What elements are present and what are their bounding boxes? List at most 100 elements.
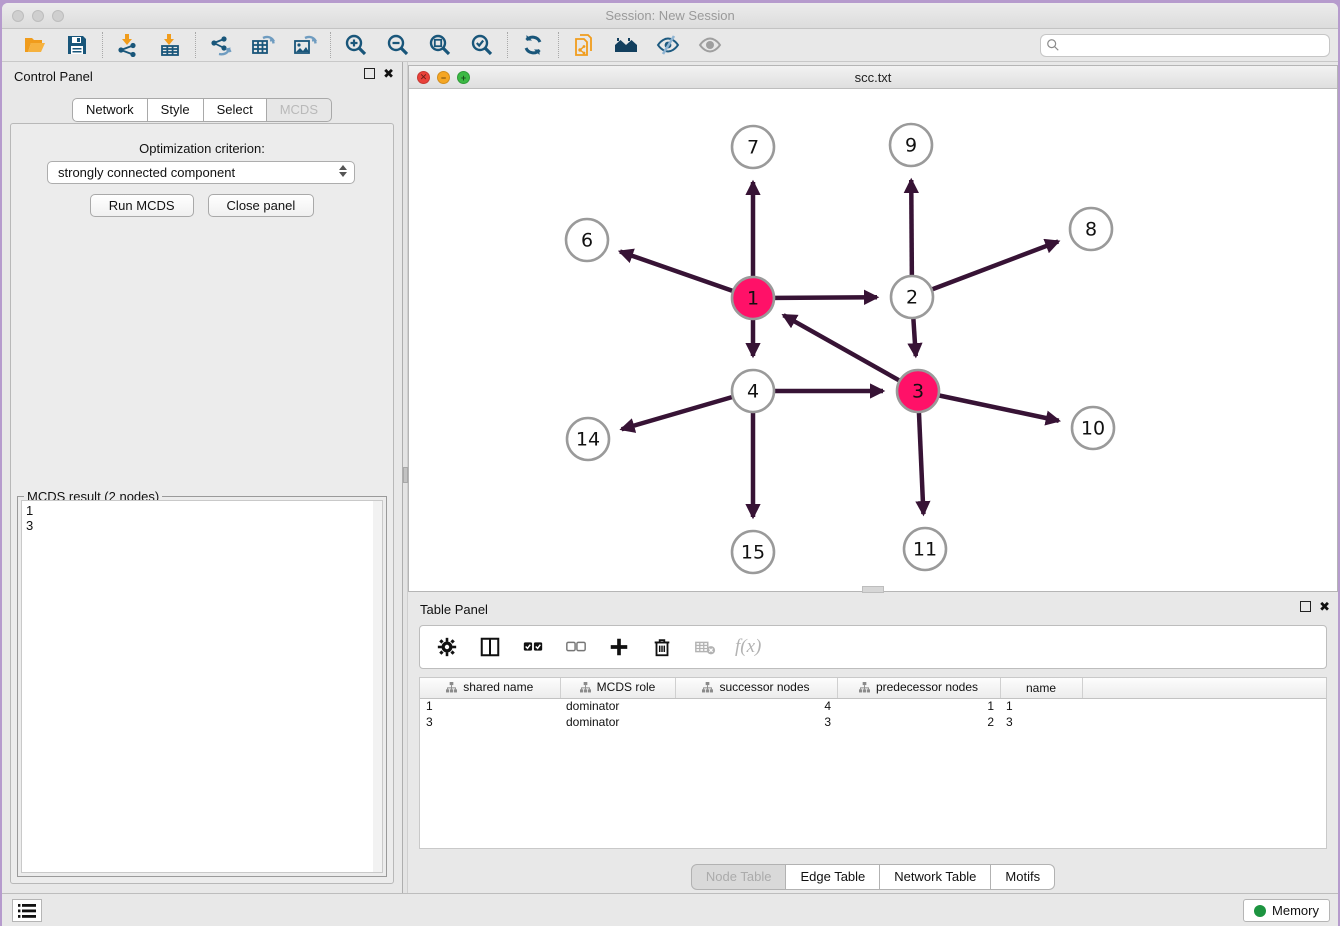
table-panel: Table Panel ✖ <box>408 595 1338 893</box>
tab-node-table[interactable]: Node Table <box>691 864 787 890</box>
list-icon <box>18 903 36 919</box>
table-toolbar: f(x) <box>419 625 1327 669</box>
network-view-frame: ✕ − + scc.txt 7 9 6 8 1 2 4 3 14 10 15 11 <box>408 65 1338 592</box>
search-icon <box>1046 38 1060 52</box>
table-panel-tabs: Node Table Edge Table Network Table Moti… <box>408 864 1338 890</box>
table-header-row: shared name MCDS role successor nodes pr… <box>420 678 1326 698</box>
control-panel: Control Panel ✖ Network Style Select MCD… <box>2 62 402 893</box>
open-session-icon[interactable] <box>22 32 48 58</box>
save-session-icon[interactable] <box>64 32 90 58</box>
add-column-icon[interactable] <box>606 634 632 660</box>
graph-node-label-2: 2 <box>906 287 918 309</box>
col-filler <box>1082 678 1326 698</box>
float-table-panel-icon[interactable] <box>1300 601 1311 612</box>
optimization-criterion-label: Optimization criterion: <box>11 141 393 156</box>
graph-node-label-3: 3 <box>912 381 924 403</box>
graph-node-label-8: 8 <box>1085 219 1097 241</box>
hierarchy-icon <box>859 682 870 696</box>
hierarchy-icon <box>702 682 713 696</box>
col-shared-name[interactable]: shared name <box>420 678 560 698</box>
delete-column-icon[interactable] <box>649 634 675 660</box>
network-frame-titlebar[interactable]: ✕ − + scc.txt <box>409 66 1337 89</box>
function-builder-icon: f(x) <box>735 636 761 658</box>
close-panel-button[interactable]: Close panel <box>208 194 315 217</box>
network-frame-title: scc.txt <box>409 70 1337 85</box>
export-network-icon[interactable] <box>208 32 234 58</box>
close-table-panel-icon[interactable]: ✖ <box>1319 601 1330 612</box>
col-name[interactable]: name <box>1000 678 1082 698</box>
zoom-out-icon[interactable] <box>385 32 411 58</box>
graph-node-label-1: 1 <box>747 288 759 310</box>
delete-table-disabled-icon <box>692 634 718 660</box>
graph-node-label-7: 7 <box>747 137 759 159</box>
mcds-result-text[interactable]: 1 3 <box>21 500 383 873</box>
hide-visibility-icon[interactable] <box>655 32 681 58</box>
graph-node-label-9: 9 <box>905 135 917 157</box>
export-image-icon[interactable] <box>292 32 318 58</box>
run-mcds-button[interactable]: Run MCDS <box>90 194 194 217</box>
main-toolbar <box>2 29 1338 62</box>
graph-node-label-11: 11 <box>913 539 937 561</box>
tab-network[interactable]: Network <box>72 98 148 122</box>
status-bar: Memory <box>2 893 1338 926</box>
table-panel-title: Table Panel <box>420 602 488 617</box>
graph-edge-2-8[interactable] <box>912 241 1058 297</box>
table-row[interactable]: 3 dominator 3 2 3 <box>420 714 1326 730</box>
zoom-in-icon[interactable] <box>343 32 369 58</box>
search-input[interactable] <box>1040 34 1330 57</box>
close-panel-icon[interactable]: ✖ <box>383 68 394 79</box>
graph-node-label-6: 6 <box>581 230 593 252</box>
tab-edge-table[interactable]: Edge Table <box>786 864 880 890</box>
tab-network-table[interactable]: Network Table <box>880 864 991 890</box>
chevron-up-down-icon <box>339 165 347 177</box>
export-table-icon[interactable] <box>250 32 276 58</box>
table-options-gear-icon[interactable] <box>434 634 460 660</box>
hierarchy-icon <box>446 682 457 696</box>
criterion-select[interactable]: strongly connected component <box>47 161 355 184</box>
zoom-selected-icon[interactable] <box>469 32 495 58</box>
memory-label: Memory <box>1272 903 1319 918</box>
window-title: Session: New Session <box>2 8 1338 23</box>
table-row[interactable]: 1 dominator 4 1 1 <box>420 698 1326 714</box>
import-table-icon[interactable] <box>157 32 183 58</box>
network-graph[interactable]: 7 9 6 8 1 2 4 3 14 10 15 11 <box>409 89 1338 591</box>
memory-status-icon <box>1254 905 1266 917</box>
float-panel-icon[interactable] <box>364 68 375 79</box>
tab-mcds[interactable]: MCDS <box>267 98 332 122</box>
window-titlebar: Session: New Session <box>2 3 1338 29</box>
tab-motifs[interactable]: Motifs <box>991 864 1055 890</box>
graph-node-label-14: 14 <box>576 429 600 451</box>
control-panel-title: Control Panel <box>14 69 93 84</box>
mcds-panel-content: Optimization criterion: strongly connect… <box>10 123 394 884</box>
deselect-all-checkboxes-icon[interactable] <box>563 634 589 660</box>
import-network-icon[interactable] <box>115 32 141 58</box>
graph-node-label-10: 10 <box>1081 418 1105 440</box>
col-successor-nodes[interactable]: successor nodes <box>675 678 837 698</box>
copy-network-icon[interactable] <box>571 32 597 58</box>
result-scrollbar[interactable] <box>373 501 382 872</box>
hierarchy-icon <box>580 682 591 696</box>
graph-node-label-4: 4 <box>747 381 759 403</box>
tab-style[interactable]: Style <box>148 98 204 122</box>
horizontal-splitter-grip[interactable] <box>862 586 884 593</box>
node-table: shared name MCDS role successor nodes pr… <box>419 677 1327 849</box>
refresh-view-icon[interactable] <box>520 32 546 58</box>
search-field-wrap <box>1040 34 1330 57</box>
application-window: Session: New Session <box>2 3 1338 926</box>
control-panel-tabs: Network Style Select MCDS <box>2 98 402 122</box>
home-icon[interactable] <box>613 32 639 58</box>
select-all-checkboxes-icon[interactable] <box>520 634 546 660</box>
col-mcds-role[interactable]: MCDS role <box>560 678 675 698</box>
zoom-fit-icon[interactable] <box>427 32 453 58</box>
network-canvas[interactable]: 7 9 6 8 1 2 4 3 14 10 15 11 <box>409 89 1337 591</box>
memory-button[interactable]: Memory <box>1243 899 1330 922</box>
column-layout-icon[interactable] <box>477 634 503 660</box>
task-history-button[interactable] <box>12 899 42 922</box>
tab-select[interactable]: Select <box>204 98 267 122</box>
graph-edge-3-1[interactable] <box>783 315 918 391</box>
col-predecessor-nodes[interactable]: predecessor nodes <box>837 678 1000 698</box>
mcds-result-group: MCDS result (2 nodes) 1 3 <box>17 496 387 877</box>
criterion-selected-value: strongly connected component <box>58 165 235 180</box>
graph-node-label-15: 15 <box>741 542 765 564</box>
show-visibility-icon <box>697 32 723 58</box>
